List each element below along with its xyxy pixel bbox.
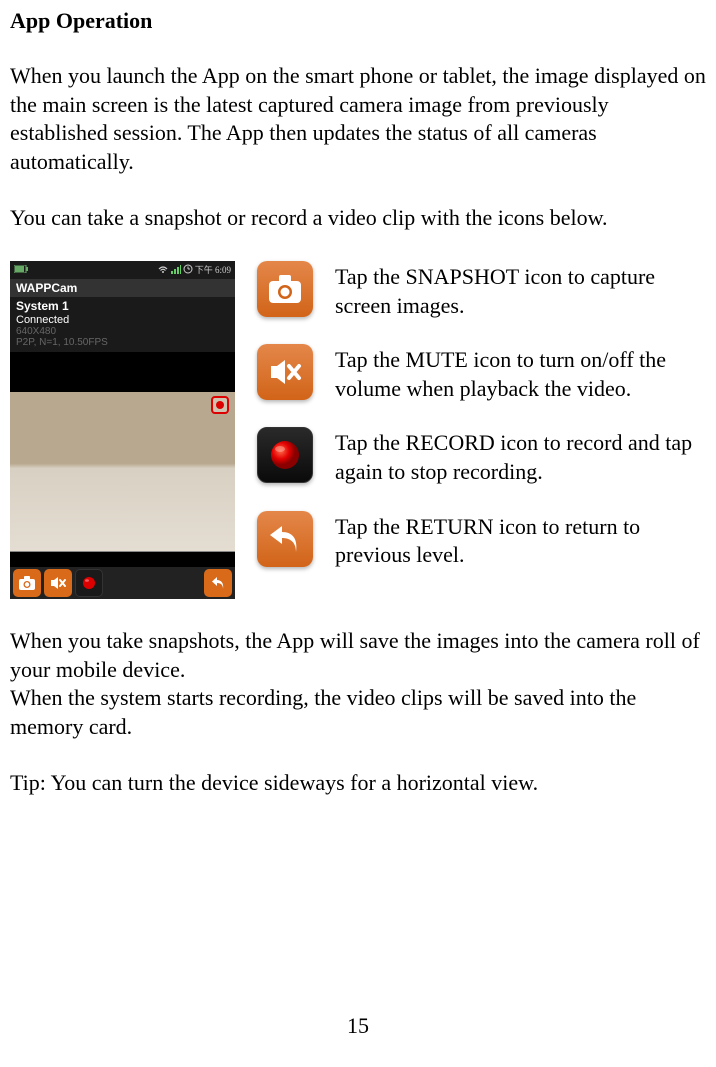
snapshot-row: Tap the SNAPSHOT icon to capture screen … xyxy=(257,261,706,320)
paragraph-record-save: When the system starts recording, the vi… xyxy=(10,684,706,741)
record-icon xyxy=(257,427,313,483)
page-number: 15 xyxy=(0,1013,716,1039)
snapshot-description: Tap the SNAPSHOT icon to capture screen … xyxy=(335,261,706,320)
phone-p2p-info: P2P, N=1, 10.50FPS xyxy=(16,337,229,348)
return-description: Tap the RETURN icon to return to previou… xyxy=(335,511,706,570)
record-indicator-icon xyxy=(211,396,229,414)
return-arrow-icon xyxy=(266,520,304,558)
paragraph-intro: When you launch the App on the smart pho… xyxy=(10,62,706,176)
icon-descriptions: Tap the SNAPSHOT icon to capture screen … xyxy=(257,261,706,599)
paragraph-tip: Tip: You can turn the device sideways fo… xyxy=(10,769,706,798)
phone-toolbar xyxy=(10,567,235,599)
mute-description: Tap the MUTE icon to turn on/off the vol… xyxy=(335,344,706,403)
speaker-mute-icon xyxy=(49,575,67,591)
record-description: Tap the RECORD icon to record and tap ag… xyxy=(335,427,706,486)
phone-system-name: System 1 xyxy=(16,299,229,313)
phone-resolution: 640X480 xyxy=(16,326,229,337)
paragraph-snapshot-save: When you take snapshots, the App will sa… xyxy=(10,627,706,684)
phone-camera-view xyxy=(10,392,235,552)
middle-section: 下午 6:09 WAPPCam System 1 Connected 640X4… xyxy=(10,261,706,599)
record-row: Tap the RECORD icon to record and tap ag… xyxy=(257,427,706,486)
camera-icon xyxy=(18,575,36,591)
phone-app-title: WAPPCam xyxy=(10,279,235,297)
toolbar-record-button[interactable] xyxy=(75,569,103,597)
page-title: App Operation xyxy=(10,8,706,34)
signal-icon xyxy=(171,264,181,276)
speaker-mute-icon xyxy=(267,356,303,388)
phone-gap xyxy=(10,352,235,392)
mute-icon xyxy=(257,344,313,400)
toolbar-return-button[interactable] xyxy=(204,569,232,597)
toolbar-mute-button[interactable] xyxy=(44,569,72,597)
paragraph-icons-intro: You can take a snapshot or record a vide… xyxy=(10,204,706,233)
toolbar-snapshot-button[interactable] xyxy=(13,569,41,597)
phone-status-bar: 下午 6:09 xyxy=(10,261,235,279)
phone-screenshot: 下午 6:09 WAPPCam System 1 Connected 640X4… xyxy=(10,261,235,599)
status-time: 下午 6:09 xyxy=(195,263,231,276)
phone-info-bar: System 1 Connected 640X480 P2P, N=1, 10.… xyxy=(10,297,235,352)
snapshot-icon xyxy=(257,261,313,317)
wifi-icon xyxy=(157,264,169,276)
mute-row: Tap the MUTE icon to turn on/off the vol… xyxy=(257,344,706,403)
return-arrow-icon xyxy=(209,574,227,592)
clock-icon xyxy=(183,264,193,276)
return-row: Tap the RETURN icon to return to previou… xyxy=(257,511,706,570)
record-circle-icon xyxy=(81,575,97,591)
record-circle-icon xyxy=(267,437,303,473)
phone-connection-status: Connected xyxy=(16,314,229,326)
return-icon xyxy=(257,511,313,567)
camera-icon xyxy=(267,273,303,305)
battery-icon xyxy=(14,265,28,275)
